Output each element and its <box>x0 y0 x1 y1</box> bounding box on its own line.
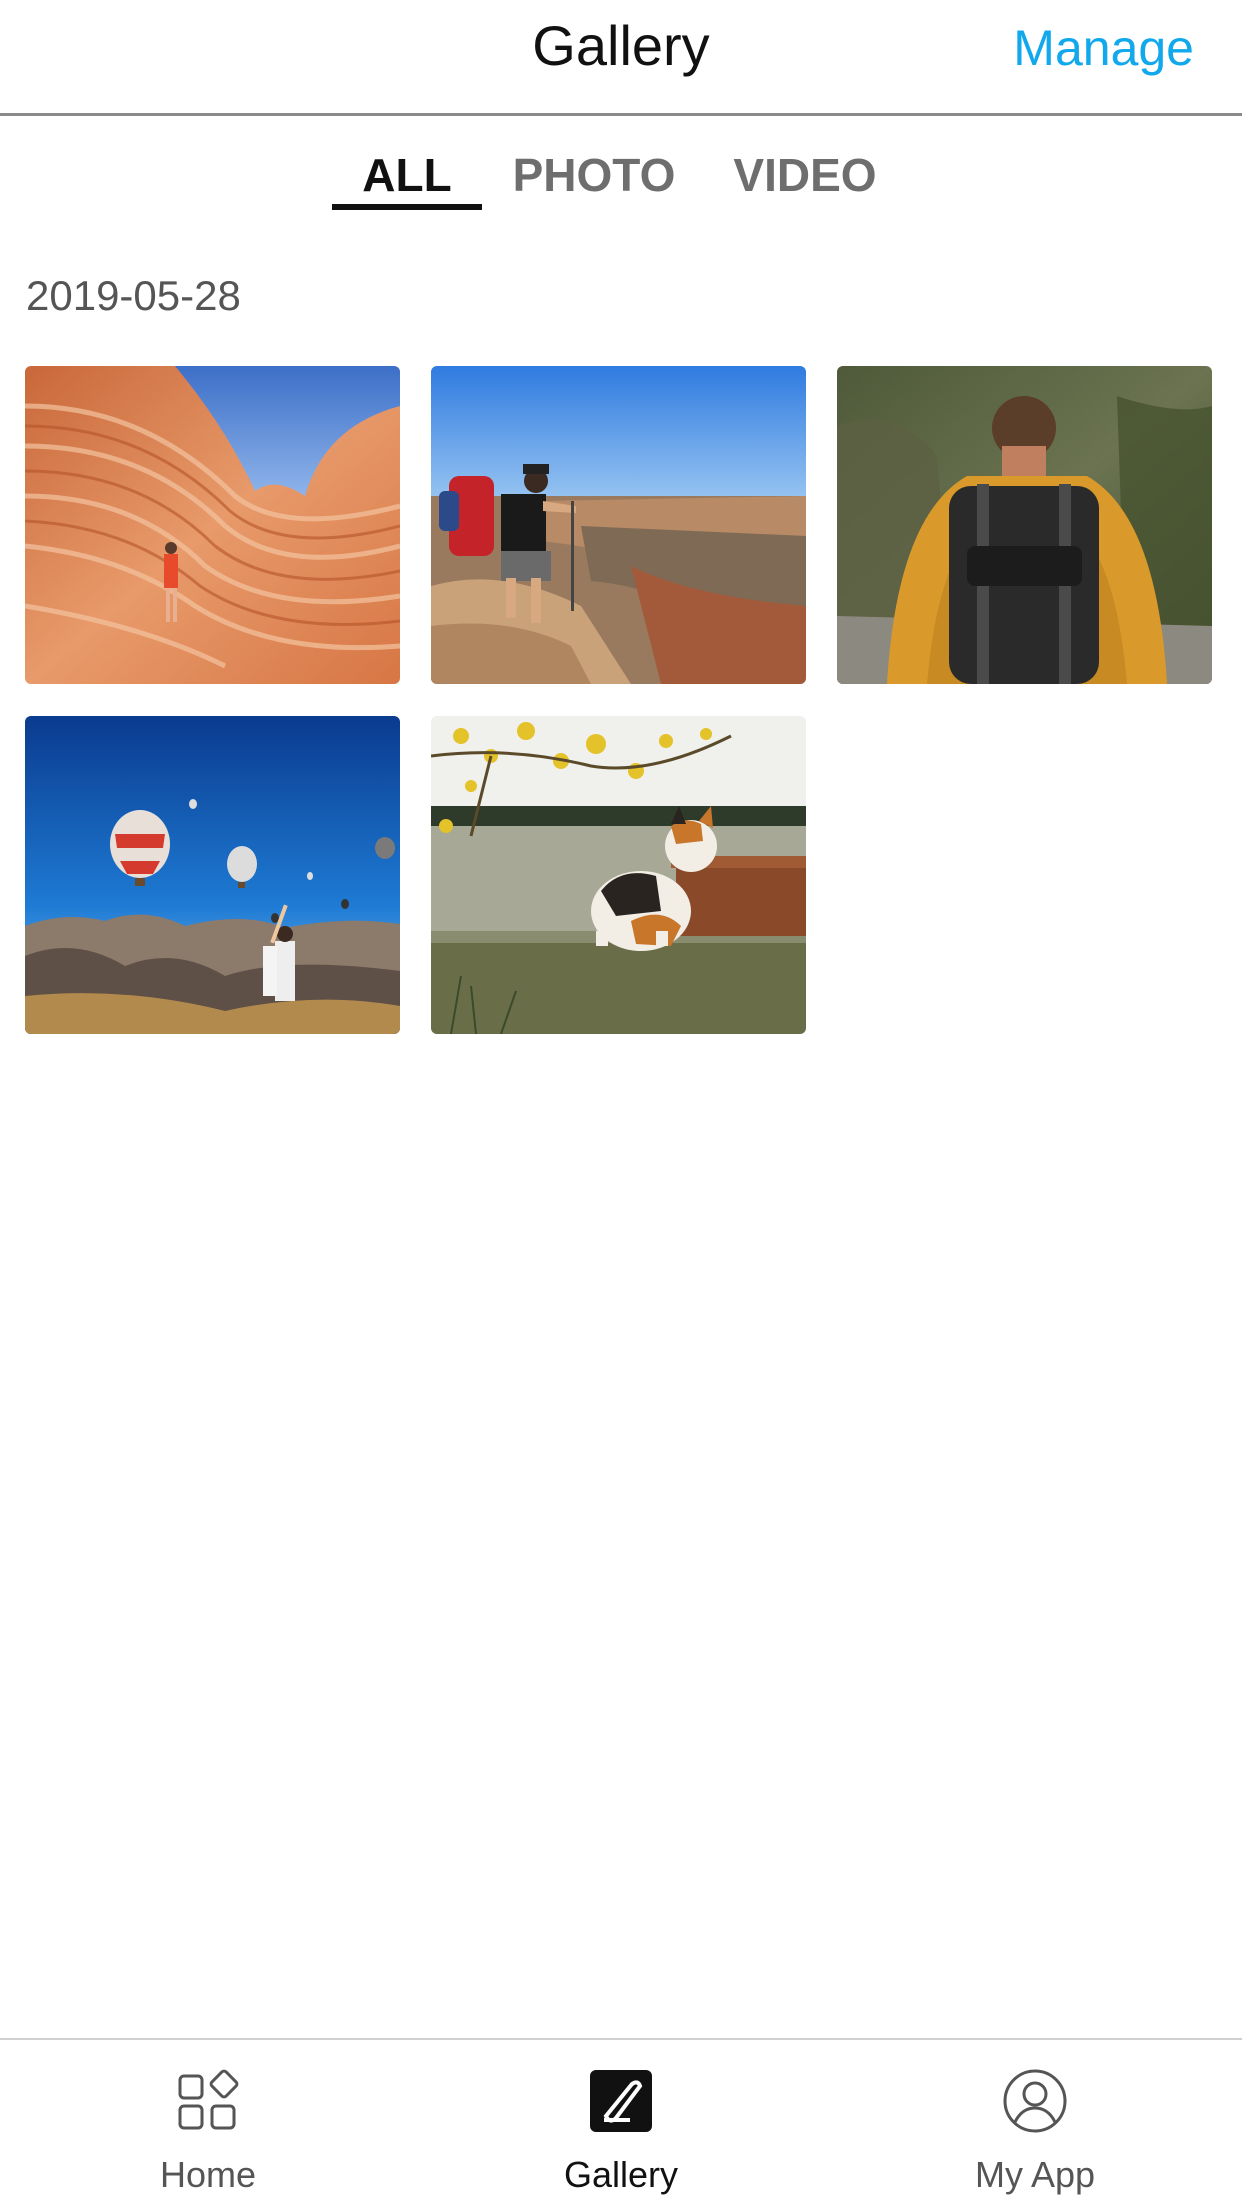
hiker-image <box>431 366 806 684</box>
active-tab-indicator <box>332 204 482 210</box>
tab-photo[interactable]: PHOTO <box>512 140 676 212</box>
user-circle-icon <box>1003 2069 1067 2133</box>
tab-video[interactable]: VIDEO <box>730 140 880 212</box>
gallery-screen: Gallery Manage ALL PHOTO VIDEO 2019-05-2… <box>0 0 1242 2208</box>
header-bar: Gallery Manage <box>0 0 1242 116</box>
nav-label-my-app: My App <box>974 2154 1096 2195</box>
photo-thumbnail-hiker[interactable] <box>431 366 806 684</box>
backpacker-image <box>837 366 1212 684</box>
date-group-label: 2019-05-28 <box>26 272 241 319</box>
cat-image <box>431 716 806 1034</box>
photo-thumbnail-balloons[interactable] <box>25 716 400 1034</box>
manage-button[interactable]: Manage <box>1013 14 1194 82</box>
nav-item-gallery[interactable]: Gallery <box>491 2040 751 2208</box>
media-type-tabs: ALL PHOTO VIDEO <box>0 140 1242 212</box>
gallery-edit-icon <box>590 2070 652 2132</box>
nav-label-gallery: Gallery <box>563 2154 679 2195</box>
bottom-navigation: Home Gallery My App <box>0 2038 1242 2208</box>
photo-thumbnail-backpacker[interactable] <box>837 366 1212 684</box>
home-grid-icon <box>178 2069 239 2130</box>
nav-item-my-app[interactable]: My App <box>905 2040 1165 2208</box>
tab-all[interactable]: ALL <box>332 140 482 212</box>
nav-label-home: Home <box>159 2154 257 2195</box>
nav-item-home[interactable]: Home <box>78 2040 338 2208</box>
balloons-image <box>25 716 400 1034</box>
canyon-image <box>25 366 400 684</box>
photo-thumbnail-cat[interactable] <box>431 716 806 1034</box>
photo-thumbnail-canyon[interactable] <box>25 366 400 684</box>
